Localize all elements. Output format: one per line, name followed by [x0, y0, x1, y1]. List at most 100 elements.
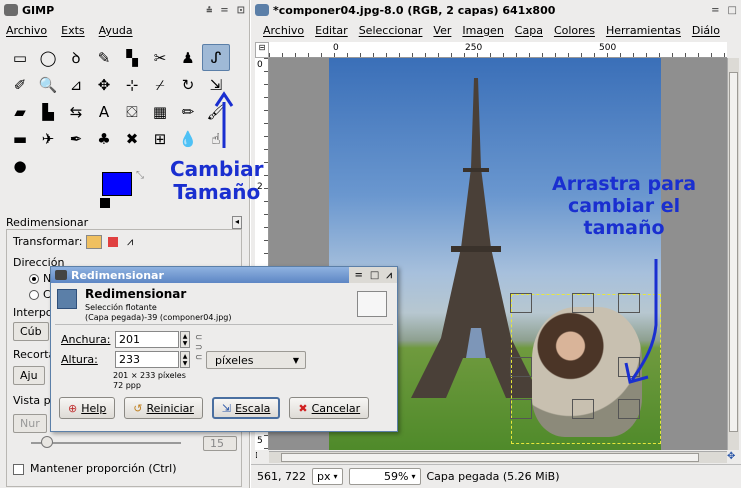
vertical-scrollbar[interactable]: [727, 58, 739, 450]
foreground-select-icon[interactable]: ♟: [174, 44, 202, 71]
blur-icon[interactable]: 💧: [174, 125, 202, 152]
menu-editar[interactable]: Editar: [315, 24, 348, 37]
minimize-icon[interactable]: =: [355, 270, 363, 281]
unit-combo[interactable]: px ▾: [311, 468, 343, 485]
swap-colors-icon[interactable]: ⤡: [136, 170, 144, 181]
menu-capa[interactable]: Capa: [515, 24, 543, 37]
reset-colors-icon[interactable]: [100, 198, 110, 208]
maximize-icon[interactable]: □: [728, 5, 737, 16]
shade-icon[interactable]: ⩮: [206, 5, 212, 16]
dodge-burn-icon[interactable]: ●: [6, 152, 34, 179]
maximize-icon[interactable]: □: [370, 270, 379, 281]
help-button[interactable]: ⊕ Help: [59, 397, 116, 419]
perspective-icon[interactable]: ▙: [34, 98, 62, 125]
menu-colores[interactable]: Colores: [554, 24, 595, 37]
opacity-spin[interactable]: 15: [203, 436, 237, 451]
crop-icon[interactable]: ⌿: [146, 71, 174, 98]
flip-icon[interactable]: ⇆: [62, 98, 90, 125]
opacity-slider[interactable]: [31, 442, 181, 444]
ink-icon[interactable]: ✒: [62, 125, 90, 152]
horizontal-scrollbar-thumb[interactable]: [281, 453, 699, 462]
paths-icon[interactable]: ᔑ: [202, 44, 230, 71]
color-swatches: ⤡: [86, 170, 156, 214]
perspective-clone-icon[interactable]: ⊞: [146, 125, 174, 152]
unit-select[interactable]: píxeles ▼: [206, 351, 306, 369]
color-select-icon[interactable]: ▚: [118, 44, 146, 71]
vertical-scrollbar-thumb[interactable]: [729, 72, 738, 432]
text-icon[interactable]: A: [90, 98, 118, 125]
menu-imagen[interactable]: Imagen: [462, 24, 503, 37]
close-icon[interactable]: ⊡: [237, 5, 245, 16]
airbrush-icon[interactable]: ✈: [34, 125, 62, 152]
keep-aspect-checkbox[interactable]: Mantener proporción (Ctrl): [13, 462, 177, 475]
align-icon[interactable]: ⊹: [118, 71, 146, 98]
menu-archivo[interactable]: Archivo: [263, 24, 304, 37]
menu-ayuda[interactable]: Ayuda: [99, 24, 133, 37]
menu-herramientas[interactable]: Herramientas: [606, 24, 681, 37]
minimize-icon[interactable]: =: [711, 5, 719, 16]
zoom-combo[interactable]: 59% ▾: [348, 468, 421, 485]
transform-layer-button[interactable]: [86, 235, 102, 249]
clone-icon[interactable]: ♣: [90, 125, 118, 152]
transform-selection-button[interactable]: [107, 237, 118, 247]
transform-row: Transformar: ⩘: [13, 235, 133, 249]
toolbox-title: GIMP: [22, 3, 55, 17]
width-input[interactable]: 201: [115, 331, 179, 348]
measure-icon[interactable]: ⊿: [62, 71, 90, 98]
navigate-icon[interactable]: ✥: [727, 451, 739, 463]
ruler-label-250: 250: [465, 43, 483, 53]
height-spin-buttons[interactable]: ▲ ▼: [180, 351, 190, 368]
rect-select-icon[interactable]: ▭: [6, 44, 34, 71]
cancel-button[interactable]: ✖ Cancelar: [289, 397, 370, 419]
horizontal-ruler: 0 250 500: [269, 42, 727, 58]
minimize-icon[interactable]: =: [220, 5, 228, 16]
reset-icon: ↺: [133, 401, 143, 415]
horizontal-scrollbar[interactable]: [269, 451, 727, 463]
fuzzy-select-icon[interactable]: ✎: [90, 44, 118, 71]
transform-path-icon[interactable]: ⩘: [127, 235, 133, 248]
color-picker-icon[interactable]: ✐: [6, 71, 34, 98]
menu-archivo[interactable]: Archivo: [6, 24, 47, 37]
close-icon[interactable]: ⩘: [386, 270, 392, 281]
move-icon[interactable]: ✥: [90, 71, 118, 98]
rotate-icon[interactable]: ↻: [174, 71, 202, 98]
quickmask-icon[interactable]: ⁞: [255, 451, 269, 463]
menu-seleccionar[interactable]: Seleccionar: [359, 24, 423, 37]
opacity-slider-handle[interactable]: [41, 436, 53, 448]
resize-handle-nw[interactable]: [510, 293, 532, 313]
width-label: Anchura:: [61, 333, 111, 346]
reset-button[interactable]: ↺ Reiniciar: [124, 397, 203, 419]
resize-handle-n[interactable]: [572, 293, 594, 313]
zoom-icon[interactable]: 🔍: [34, 71, 62, 98]
help-icon: ⊕: [68, 401, 78, 415]
interpolation-combo[interactable]: Cúb: [13, 322, 49, 341]
heal-icon[interactable]: ✖: [118, 125, 146, 152]
width-spin-buttons[interactable]: ▲ ▼: [180, 331, 190, 348]
height-input[interactable]: 233: [115, 351, 179, 368]
tool-options-menu-icon[interactable]: ◂: [231, 216, 242, 229]
blend-icon[interactable]: ▦: [146, 98, 174, 125]
layer-preview-thumbnail: [357, 291, 387, 317]
resize-handle-s[interactable]: [572, 399, 594, 419]
ellipse-select-icon[interactable]: ◯: [34, 44, 62, 71]
preview-combo[interactable]: Nur: [13, 414, 47, 433]
bucket-fill-icon[interactable]: ⛋: [118, 98, 146, 125]
lasso-icon[interactable]: ꝺ: [62, 44, 90, 71]
direction-normal-radio[interactable]: N: [29, 272, 51, 285]
clipping-combo[interactable]: Aju: [13, 366, 45, 385]
shear-icon[interactable]: ▰: [6, 98, 34, 125]
resize-handle-se[interactable]: [618, 399, 640, 419]
resize-handle-sw[interactable]: [510, 399, 532, 419]
menu-exts[interactable]: Exts: [61, 24, 85, 37]
resize-handle-w[interactable]: [510, 357, 532, 377]
scissors-icon[interactable]: ✂: [146, 44, 174, 71]
direction-corrective-radio[interactable]: C: [29, 288, 51, 301]
chain-link-icon[interactable]: ⊂ ⊃ ⊂: [195, 333, 203, 365]
foreground-color-swatch[interactable]: [102, 172, 132, 196]
ruler-corner-icon[interactable]: ⊟: [255, 42, 269, 58]
pencil-icon[interactable]: ✏: [174, 98, 202, 125]
menu-dialogos[interactable]: Diálo: [692, 24, 720, 37]
menu-ver[interactable]: Ver: [433, 24, 451, 37]
eraser-icon[interactable]: ▬: [6, 125, 34, 152]
scale-button[interactable]: ⇲ Escala: [211, 397, 281, 419]
